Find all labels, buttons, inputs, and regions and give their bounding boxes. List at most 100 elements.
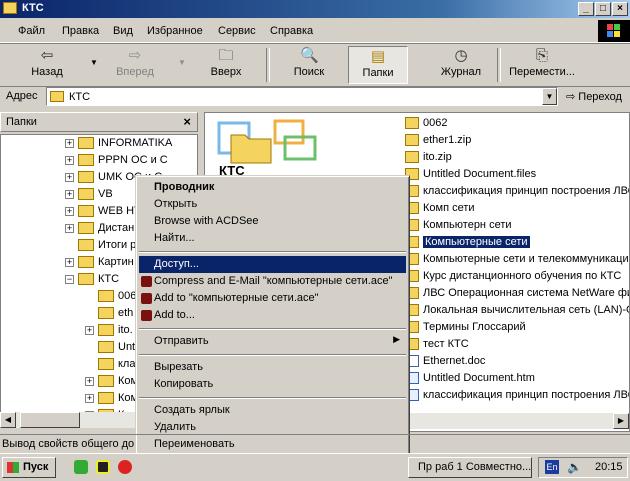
clock: 20:15: [595, 461, 623, 473]
context-menu-label: Открыть: [154, 198, 198, 210]
context-menu-label: Удалить: [154, 421, 196, 433]
menu-view[interactable]: Вид: [113, 25, 133, 37]
tree-item-label: ito.: [118, 324, 133, 336]
menu-edit[interactable]: Правка: [62, 25, 99, 37]
history-label: Журнал: [440, 66, 482, 78]
logo-red: [607, 24, 613, 30]
expand-icon[interactable]: +: [85, 394, 94, 403]
file-name: ether1.zip: [423, 134, 472, 146]
folder-icon: [98, 341, 114, 353]
context-menu-item[interactable]: Проводник: [139, 179, 406, 196]
back-button[interactable]: ⇦ Назад: [18, 46, 76, 84]
menu-favorites[interactable]: Избранное: [147, 25, 203, 37]
expand-icon[interactable]: +: [85, 326, 94, 335]
address-dropdown-icon[interactable]: ▼: [542, 88, 557, 105]
scroll-right-icon[interactable]: ▶: [613, 413, 629, 429]
menu-separator: [139, 251, 406, 253]
close-folders-pane-icon[interactable]: ×: [183, 114, 191, 129]
quick-launch-icon[interactable]: [96, 460, 110, 474]
folder-icon: [78, 239, 94, 251]
context-menu-item[interactable]: Отправить ▶: [139, 333, 406, 350]
scroll-thumb[interactable]: [20, 412, 80, 428]
search-label: Поиск: [293, 66, 325, 78]
status-text: Вывод свойств общего до: [2, 438, 135, 450]
folder-icon: [98, 392, 114, 404]
context-menu-label: Создать ярлык: [154, 404, 230, 416]
folders-pane-title: Папки: [6, 116, 37, 128]
back-dropdown-icon[interactable]: ▼: [90, 58, 98, 67]
folder-icon: [78, 154, 94, 166]
expand-icon[interactable]: +: [85, 377, 94, 386]
tree-item-label: Итоги р: [98, 239, 137, 251]
logo-yellow: [614, 31, 620, 37]
file-name: Курс дистанционного обучения по КТС: [423, 270, 622, 282]
minimize-button[interactable]: _: [578, 2, 594, 16]
folder-icon: [78, 188, 94, 200]
folder-icon: [78, 137, 94, 149]
expand-icon[interactable]: +: [65, 224, 74, 233]
file-name: Компьютерные сети: [423, 236, 530, 248]
context-menu-item[interactable]: Копировать: [139, 376, 406, 393]
forward-dropdown-icon[interactable]: ▼: [178, 58, 186, 67]
context-menu-label: Найти...: [154, 232, 195, 244]
context-menu-item[interactable]: Создать ярлык: [139, 402, 406, 419]
logo-green: [614, 24, 620, 30]
context-menu-item[interactable]: Browse with ACDSee: [139, 213, 406, 230]
expand-icon[interactable]: +: [65, 190, 74, 199]
icq-icon[interactable]: [74, 460, 88, 474]
address-input[interactable]: КТС ▼: [46, 87, 558, 106]
context-menu-item[interactable]: Вырезать: [139, 359, 406, 376]
expand-icon: [85, 360, 94, 369]
expand-icon[interactable]: +: [65, 207, 74, 216]
expand-icon[interactable]: +: [65, 173, 74, 182]
go-arrow-icon: ⇨: [566, 91, 579, 103]
windows-logo-icon: [598, 20, 630, 42]
menu-file[interactable]: Файл: [18, 25, 45, 37]
tree-item-label: Дистан: [98, 222, 135, 234]
context-menu-label: Add to...: [154, 309, 195, 321]
folders-icon: ▤: [370, 48, 386, 65]
menu-help[interactable]: Справка: [270, 25, 313, 37]
title-bar[interactable]: КТС _ □ ×: [0, 0, 630, 18]
up-button[interactable]: 🗀 Вверх: [200, 46, 252, 84]
maximize-button[interactable]: □: [595, 2, 611, 16]
language-indicator[interactable]: En: [545, 460, 559, 474]
menu-separator: [139, 328, 406, 330]
zip-icon: [405, 134, 419, 146]
context-menu-label: Browse with ACDSee: [154, 215, 259, 227]
context-menu-item[interactable]: Add to...: [139, 307, 406, 324]
search-button[interactable]: 🔍 Поиск: [284, 46, 334, 84]
context-menu-item[interactable]: Compress and E-Mail "компьютерные сети.a…: [139, 273, 406, 290]
volume-icon[interactable]: 🔈: [567, 460, 582, 474]
folder-icon: [98, 307, 114, 319]
collapse-icon[interactable]: −: [65, 275, 74, 284]
tree-item-label: КТС: [98, 273, 120, 285]
forward-button[interactable]: ⇨ Вперед: [104, 46, 166, 84]
back-label: Назад: [31, 66, 63, 78]
expand-icon[interactable]: +: [65, 156, 74, 165]
tree-item-label: 006: [118, 290, 137, 302]
close-button[interactable]: ×: [612, 2, 628, 16]
folder-icon: [3, 2, 17, 14]
context-menu-item[interactable]: Доступ...: [139, 256, 406, 273]
context-menu-item[interactable]: Add to "компьютерные сети.ace": [139, 290, 406, 307]
scroll-left-icon[interactable]: ◀: [0, 412, 16, 428]
expand-icon: [85, 309, 94, 318]
address-label: Адрес: [6, 90, 38, 102]
context-menu-item[interactable]: Найти...: [139, 230, 406, 247]
folders-button[interactable]: ▤ Папки: [348, 46, 408, 84]
start-button[interactable]: Пуск: [2, 457, 56, 478]
context-menu-item[interactable]: Открыть: [139, 196, 406, 213]
expand-icon[interactable]: +: [65, 139, 74, 148]
move-to-button[interactable]: ⎘ Перемести...: [506, 46, 578, 84]
history-button[interactable]: ◷ Журнал: [432, 46, 490, 84]
file-name: 0062: [423, 117, 448, 129]
opera-icon[interactable]: [118, 460, 132, 474]
go-button[interactable]: ⇨ Переход: [566, 90, 622, 103]
menu-tools[interactable]: Сервис: [218, 25, 256, 37]
expand-icon[interactable]: +: [65, 258, 74, 267]
status-bar: Вывод свойств общего до: [0, 434, 630, 453]
folder-icon: [78, 171, 94, 183]
taskbar-button-document[interactable]: Пр раб 1 Совместно...: [408, 457, 532, 478]
window-title: КТС: [22, 2, 44, 14]
